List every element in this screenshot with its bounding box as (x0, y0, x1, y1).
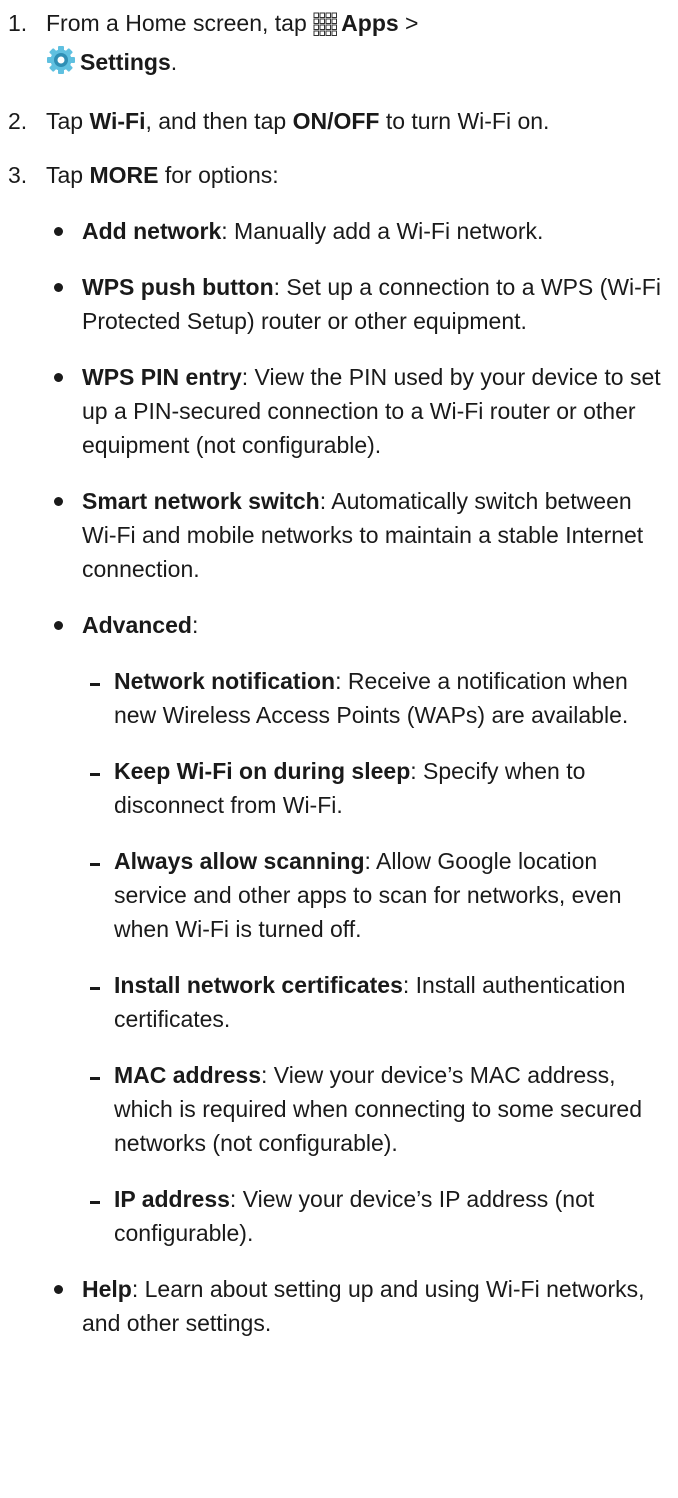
option-term: Smart network switch (82, 488, 320, 514)
step-text: for options: (158, 162, 279, 188)
dash-marker (90, 1077, 100, 1080)
step-text: , and then tap (145, 108, 293, 134)
step-3: 3. Tap MORE for options: (0, 158, 678, 192)
advanced-always-allow-scanning: Always allow scanning: Allow Google loca… (0, 844, 678, 946)
bullet-dot (54, 373, 63, 382)
apps-grid-icon (313, 11, 338, 45)
step-text: From a Home screen, tap (46, 10, 314, 36)
step-number: 3. (8, 162, 28, 188)
option-term: Help (82, 1276, 132, 1302)
advanced-ip-address: IP address: View your device’s IP addres… (0, 1182, 678, 1250)
dash-marker (90, 773, 100, 776)
dash-marker (90, 987, 100, 990)
bullet-dot (54, 621, 63, 630)
bullet-dot (54, 227, 63, 236)
option-help: Help: Learn about setting up and using W… (0, 1272, 678, 1340)
step-period: . (170, 49, 178, 75)
option-term: WPS PIN entry (82, 364, 242, 390)
step-text: Tap (46, 108, 90, 134)
apps-label: Apps (341, 10, 399, 36)
step-text: Tap (46, 162, 90, 188)
more-label: MORE (89, 162, 159, 188)
wifi-label: Wi-Fi (89, 108, 146, 134)
step-1: 1. From a Home screen, tap Apps > Settin… (0, 6, 678, 84)
dash-marker (90, 863, 100, 866)
on-off-label: ON/OFF (292, 108, 380, 134)
advanced-keep-wifi-on: Keep Wi-Fi on during sleep: Specify when… (0, 754, 678, 822)
advanced-term: Always allow scanning (114, 848, 365, 874)
step-2: 2. Tap Wi-Fi, and then tap ON/OFF to tur… (0, 104, 678, 138)
option-desc: : Manually add a Wi-Fi network. (221, 218, 544, 244)
bullet-dot (54, 283, 63, 292)
dash-marker (90, 1201, 100, 1204)
option-term: Add network (82, 218, 222, 244)
bullet-dot (54, 1285, 63, 1294)
step-separator: > (398, 10, 419, 36)
advanced-term: Network notification (114, 668, 336, 694)
step-number: 1. (8, 10, 28, 36)
option-term: WPS push button (82, 274, 274, 300)
advanced-term: MAC address (114, 1062, 261, 1088)
dash-marker (90, 683, 100, 686)
option-desc: : Learn about setting up and using Wi-Fi… (82, 1276, 645, 1336)
option-wps-pin-entry: WPS PIN entry: View the PIN used by your… (0, 360, 678, 462)
advanced-term: Install network certificates (114, 972, 403, 998)
advanced-install-certificates: Install network certificates: Install au… (0, 968, 678, 1036)
option-advanced: Advanced: (0, 608, 678, 642)
bullet-dot (54, 497, 63, 506)
step-number: 2. (8, 108, 28, 134)
option-wps-push-button: WPS push button: Set up a connection to … (0, 270, 678, 338)
advanced-mac-address: MAC address: View your device’s MAC addr… (0, 1058, 678, 1160)
option-desc: : (191, 612, 199, 638)
advanced-term: Keep Wi-Fi on during sleep (114, 758, 411, 784)
settings-label: Settings (80, 49, 171, 75)
option-term: Advanced (82, 612, 192, 638)
instructions-page: 1. From a Home screen, tap Apps > Settin… (0, 0, 678, 1498)
advanced-term: IP address (114, 1186, 230, 1212)
option-add-network: Add network: Manually add a Wi-Fi networ… (0, 214, 678, 248)
option-smart-network-switch: Smart network switch: Automatically swit… (0, 484, 678, 586)
settings-gear-icon (46, 45, 76, 84)
step-text: to turn Wi-Fi on. (379, 108, 550, 134)
advanced-network-notification: Network notification: Receive a notifica… (0, 664, 678, 732)
